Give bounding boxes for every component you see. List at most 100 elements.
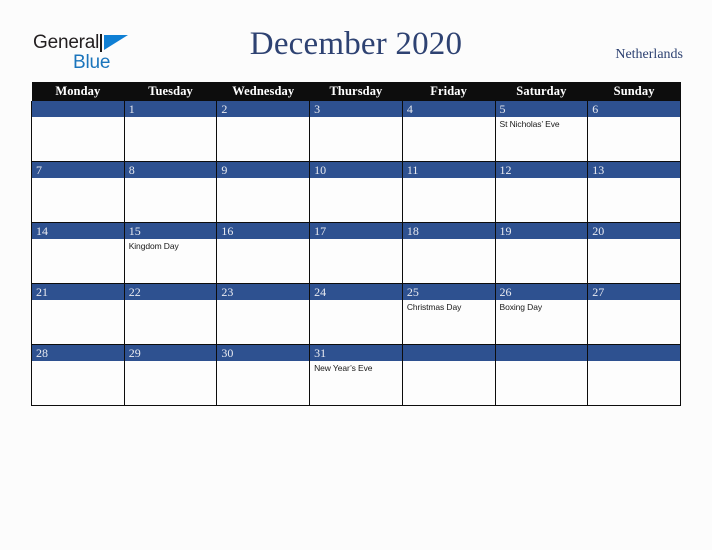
day-events xyxy=(32,300,124,302)
calendar-day-cell[interactable]: 4 xyxy=(401,101,496,162)
day-events xyxy=(403,117,495,119)
day-number: 28 xyxy=(32,345,124,361)
day-number: 9 xyxy=(217,162,310,178)
calendar-day-cell[interactable]: 29 xyxy=(123,344,218,406)
calendar-day-cell[interactable]: 19 xyxy=(494,222,589,284)
day-number: 22 xyxy=(124,284,217,300)
calendar-day-cell[interactable]: 11 xyxy=(401,161,496,223)
day-number: 20 xyxy=(588,223,680,239)
day-events xyxy=(310,178,402,180)
calendar-empty-cell[interactable] xyxy=(587,344,681,406)
day-number: 26 xyxy=(495,284,588,300)
calendar-day-cell[interactable]: 9 xyxy=(216,161,311,223)
calendar-body: 1 2 3 4 5 St Nicholas’ Eve 6 7 8 9 10 11 12 13 14 15 Kin… xyxy=(31,101,681,406)
calendar-day-cell[interactable]: 6 xyxy=(587,101,681,162)
day-number: 19 xyxy=(495,223,588,239)
day-events xyxy=(588,361,680,363)
day-number: 21 xyxy=(32,284,124,300)
holiday-event: New Year’s Eve xyxy=(314,363,373,373)
day-number: 1 xyxy=(124,101,217,117)
weekday-header-wednesday: Wednesday xyxy=(216,82,310,101)
day-number: 6 xyxy=(588,101,680,117)
holiday-event: Boxing Day xyxy=(499,302,543,312)
calendar-day-cell[interactable]: 24 xyxy=(309,283,403,345)
day-number: 16 xyxy=(217,223,310,239)
day-number: 18 xyxy=(402,223,495,239)
page-title: December 2020 xyxy=(249,26,463,62)
day-number: 24 xyxy=(310,284,402,300)
day-events xyxy=(310,117,402,119)
day-number: 4 xyxy=(402,101,495,117)
calendar-day-cell[interactable]: 31 New Year’s Eve xyxy=(309,344,403,406)
day-number: 10 xyxy=(310,162,402,178)
day-number: 2 xyxy=(217,101,310,117)
calendar-week-row: 7 8 9 10 11 12 13 xyxy=(31,161,681,223)
calendar-day-cell[interactable]: 15 Kingdom Day xyxy=(123,222,218,284)
calendar-grid: Monday Tuesday Wednesday Thursday Friday… xyxy=(31,82,681,406)
day-number: 23 xyxy=(217,284,310,300)
day-number xyxy=(495,345,588,361)
region-label: Netherlands xyxy=(615,47,683,62)
calendar-day-cell[interactable]: 5 St Nicholas’ Eve xyxy=(494,101,589,162)
calendar-day-cell[interactable]: 23 xyxy=(216,283,311,345)
day-events xyxy=(403,361,495,363)
calendar-day-cell[interactable]: 12 xyxy=(494,161,589,223)
calendar-day-cell[interactable]: 21 xyxy=(31,283,125,345)
calendar-empty-cell[interactable] xyxy=(31,101,125,162)
calendar-day-cell[interactable]: 22 xyxy=(123,283,218,345)
day-number: 25 xyxy=(402,284,495,300)
day-events xyxy=(588,178,680,180)
calendar-day-cell[interactable]: 25 Christmas Day xyxy=(401,283,496,345)
calendar-day-cell[interactable]: 14 xyxy=(31,222,125,284)
calendar-day-cell[interactable]: 26 Boxing Day xyxy=(494,283,589,345)
calendar-day-cell[interactable]: 20 xyxy=(587,222,681,284)
day-number: 3 xyxy=(310,101,402,117)
calendar-week-row: 28 29 30 31 New Year’s Eve xyxy=(31,344,681,406)
day-events xyxy=(496,239,588,241)
calendar-week-row: 14 15 Kingdom Day 16 17 18 19 20 xyxy=(31,222,681,284)
calendar-day-cell[interactable]: 3 xyxy=(309,101,403,162)
day-events xyxy=(32,239,124,241)
day-events: Kingdom Day xyxy=(125,239,217,252)
day-events: St Nicholas’ Eve xyxy=(496,117,588,130)
day-events xyxy=(125,117,217,119)
day-number: 30 xyxy=(217,345,310,361)
calendar-day-cell[interactable]: 7 xyxy=(31,161,125,223)
day-number: 17 xyxy=(310,223,402,239)
weekday-header-monday: Monday xyxy=(31,82,125,101)
day-number: 12 xyxy=(495,162,588,178)
day-events xyxy=(496,178,588,180)
holiday-event: St Nicholas’ Eve xyxy=(499,119,560,129)
calendar-day-cell[interactable]: 10 xyxy=(309,161,403,223)
day-number: 27 xyxy=(588,284,680,300)
day-events xyxy=(217,178,309,180)
day-events xyxy=(403,239,495,241)
calendar-day-cell[interactable]: 17 xyxy=(309,222,403,284)
day-events xyxy=(496,361,588,363)
day-number: 14 xyxy=(32,223,124,239)
calendar-day-cell[interactable]: 13 xyxy=(587,161,681,223)
calendar-day-cell[interactable]: 16 xyxy=(216,222,311,284)
day-number: 7 xyxy=(32,162,124,178)
day-events xyxy=(32,178,124,180)
calendar-day-cell[interactable]: 2 xyxy=(216,101,311,162)
calendar-day-cell[interactable]: 28 xyxy=(31,344,125,406)
day-events xyxy=(32,117,124,119)
day-events: Boxing Day xyxy=(496,300,588,313)
day-events xyxy=(125,300,217,302)
calendar-day-cell[interactable]: 27 xyxy=(587,283,681,345)
calendar-day-cell[interactable]: 18 xyxy=(401,222,496,284)
day-number xyxy=(588,345,680,361)
calendar-empty-cell[interactable] xyxy=(401,344,496,406)
holiday-event: Kingdom Day xyxy=(128,241,179,251)
calendar-day-cell[interactable]: 8 xyxy=(123,161,218,223)
day-events xyxy=(403,178,495,180)
day-number: 8 xyxy=(124,162,217,178)
weekday-header-sunday: Sunday xyxy=(587,82,681,101)
day-events xyxy=(588,117,680,119)
calendar-day-cell[interactable]: 30 xyxy=(216,344,311,406)
weekday-header-saturday: Saturday xyxy=(495,82,588,101)
calendar-empty-cell[interactable] xyxy=(494,344,589,406)
weekday-header-tuesday: Tuesday xyxy=(124,82,217,101)
calendar-day-cell[interactable]: 1 xyxy=(123,101,218,162)
